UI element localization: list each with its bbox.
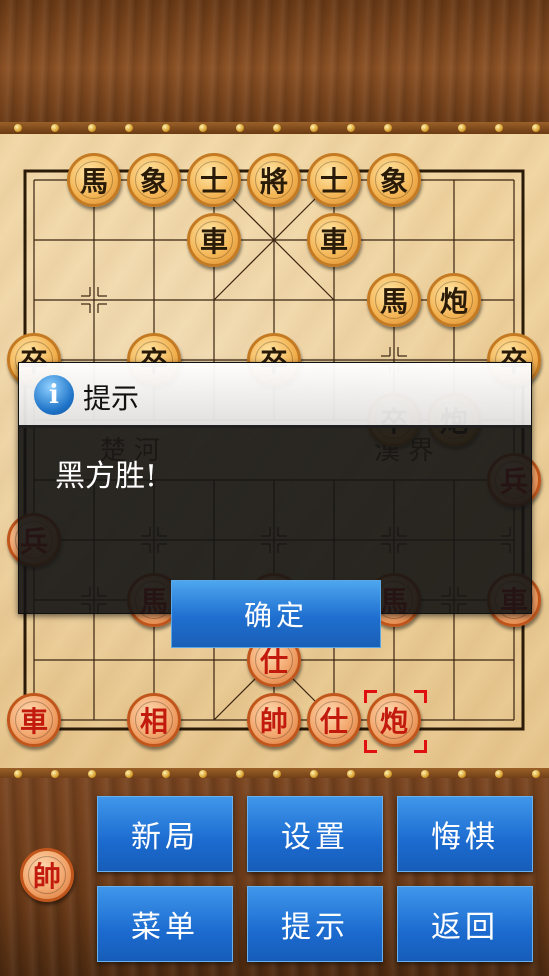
rail-stud bbox=[310, 124, 318, 132]
rail-stud bbox=[532, 124, 540, 132]
rail-stud bbox=[88, 770, 96, 778]
rail-stud bbox=[88, 124, 96, 132]
rail-stud bbox=[51, 770, 59, 778]
rail-stud bbox=[384, 770, 392, 778]
rail-stud bbox=[14, 124, 22, 132]
red-piece[interactable]: 車 bbox=[7, 693, 61, 747]
black-piece[interactable]: 炮 bbox=[427, 273, 481, 327]
rail-stud bbox=[458, 124, 466, 132]
rail-stud bbox=[421, 124, 429, 132]
selection-marker bbox=[414, 690, 427, 703]
red-piece[interactable]: 帥 bbox=[247, 693, 301, 747]
rail-stud bbox=[162, 124, 170, 132]
rail-stud bbox=[421, 770, 429, 778]
info-icon: i bbox=[34, 375, 74, 415]
red-piece[interactable]: 相 bbox=[127, 693, 181, 747]
settings-button[interactable]: 设置 bbox=[247, 796, 383, 872]
black-piece[interactable]: 士 bbox=[307, 153, 361, 207]
top-rail bbox=[0, 122, 549, 134]
dialog-title: 提示 bbox=[83, 382, 140, 415]
black-piece[interactable]: 將 bbox=[247, 153, 301, 207]
black-piece[interactable]: 象 bbox=[127, 153, 181, 207]
result-dialog: i 提示 黑方胜! 确定 bbox=[18, 362, 532, 648]
red-piece[interactable]: 仕 bbox=[307, 693, 361, 747]
dialog-body: 黑方胜! 确定 bbox=[19, 425, 531, 648]
rail-stud bbox=[14, 770, 22, 778]
black-piece[interactable]: 象 bbox=[367, 153, 421, 207]
selection-marker bbox=[364, 690, 377, 703]
rail-stud bbox=[199, 124, 207, 132]
black-piece[interactable]: 馬 bbox=[367, 273, 421, 327]
new-game-button[interactable]: 新局 bbox=[97, 796, 233, 872]
rail-stud bbox=[162, 770, 170, 778]
rail-stud bbox=[384, 124, 392, 132]
rail-stud bbox=[125, 770, 133, 778]
menu-button[interactable]: 菜单 bbox=[97, 886, 233, 962]
hint-button[interactable]: 提示 bbox=[247, 886, 383, 962]
black-piece[interactable]: 車 bbox=[187, 213, 241, 267]
turn-indicator-piece: 帥 bbox=[20, 848, 74, 902]
black-piece[interactable]: 士 bbox=[187, 153, 241, 207]
rail-stud bbox=[458, 770, 466, 778]
selection-marker bbox=[364, 740, 377, 753]
rail-stud bbox=[236, 124, 244, 132]
undo-button[interactable]: 悔棋 bbox=[397, 796, 533, 872]
rail-stud bbox=[347, 124, 355, 132]
rail-stud bbox=[347, 770, 355, 778]
rail-stud bbox=[125, 124, 133, 132]
top-wood-panel bbox=[0, 0, 549, 124]
rail-stud bbox=[495, 124, 503, 132]
selection-marker bbox=[414, 740, 427, 753]
rail-stud bbox=[199, 770, 207, 778]
rail-stud bbox=[532, 770, 540, 778]
dialog-message: 黑方胜! bbox=[55, 459, 158, 494]
rail-stud bbox=[273, 770, 281, 778]
rail-stud bbox=[310, 770, 318, 778]
rail-stud bbox=[495, 770, 503, 778]
rail-stud bbox=[273, 124, 281, 132]
rail-stud bbox=[51, 124, 59, 132]
rail-stud bbox=[236, 770, 244, 778]
black-piece[interactable]: 馬 bbox=[67, 153, 121, 207]
dialog-header: i 提示 bbox=[19, 363, 531, 428]
confirm-button[interactable]: 确定 bbox=[171, 580, 381, 648]
back-button[interactable]: 返回 bbox=[397, 886, 533, 962]
black-piece[interactable]: 車 bbox=[307, 213, 361, 267]
